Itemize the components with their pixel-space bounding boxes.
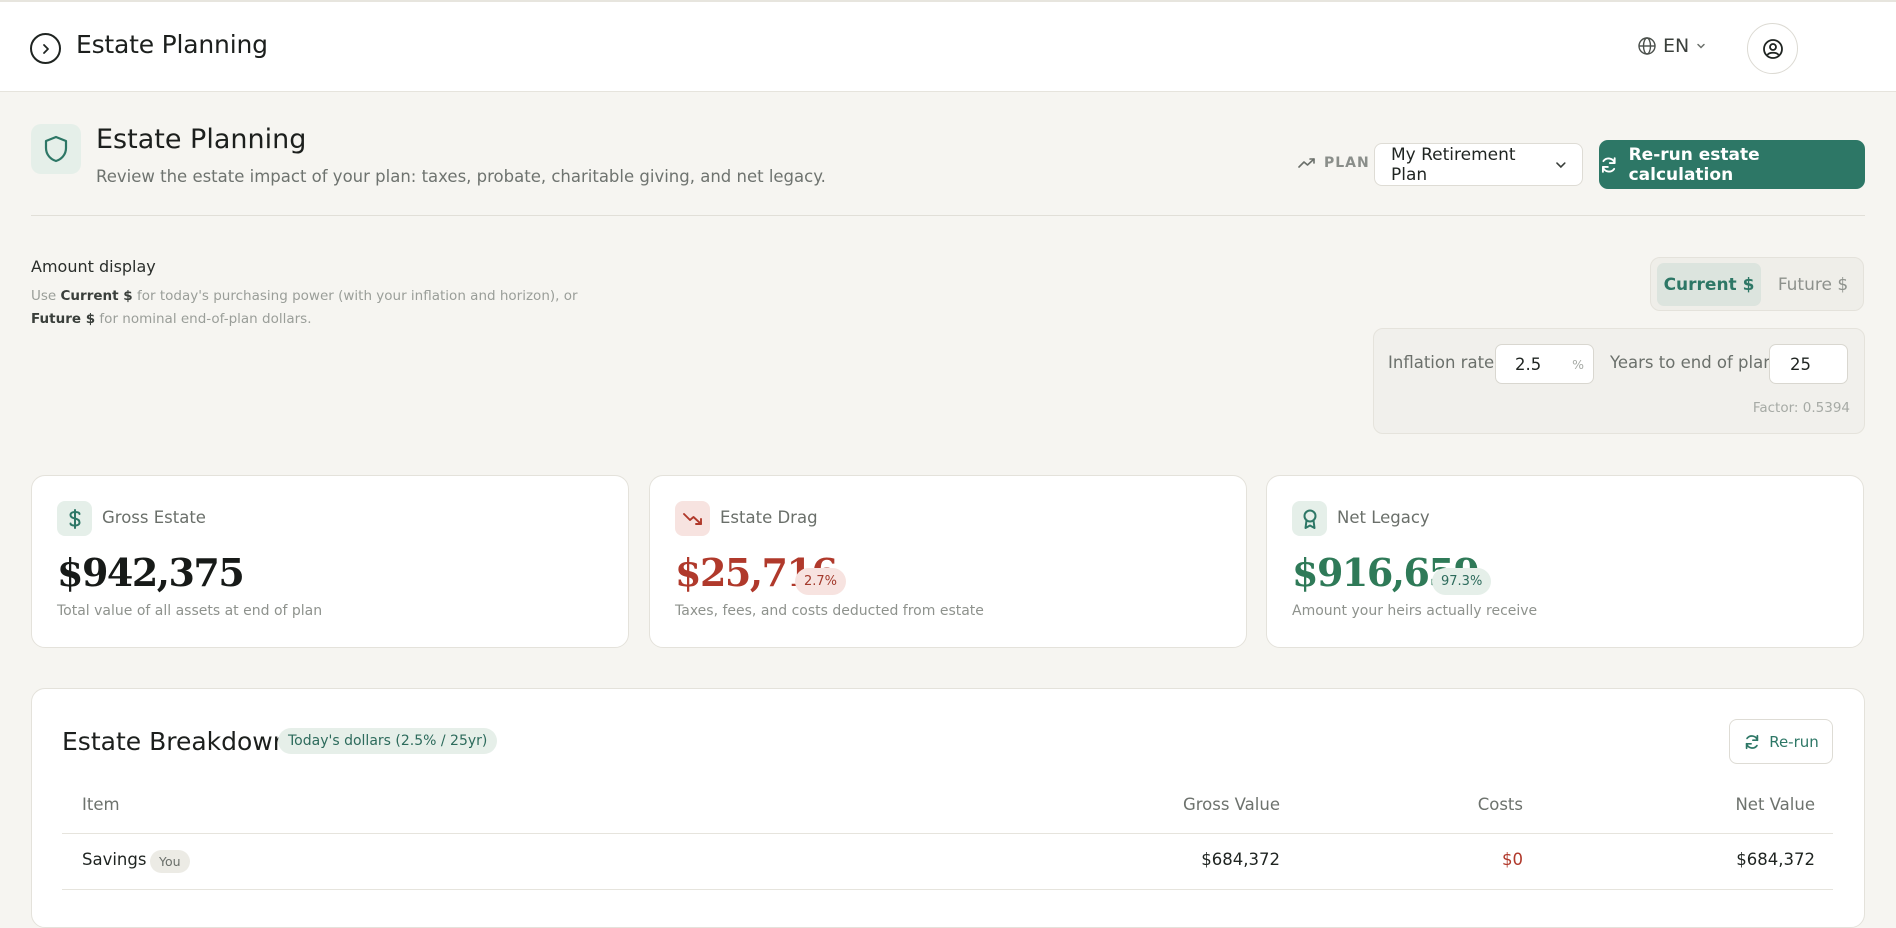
chevron-down-icon [1697,43,1705,49]
column-header-gross-value: Gross Value [1182,795,1280,814]
award-icon [1303,509,1316,529]
current-dollars-toggle[interactable]: Current $ [1657,263,1761,306]
inflation-factor: Factor: 0.5394 [1752,400,1850,416]
amount-display-toggle: Current $ Future $ [1650,257,1864,311]
inflation-rate-value: 2.5 [1515,354,1542,374]
dollars-basis-badge: Today's dollars (2.5% / 25yr) [278,728,498,754]
sidebar-toggle-button[interactable] [30,33,61,64]
estate-drag-description: Taxes, fees, and costs deducted from est… [675,603,984,619]
refresh-icon [1745,734,1759,749]
net-legacy-label: Net Legacy [1337,508,1430,527]
row-net-value: $684,372 [1736,850,1815,869]
row-item-name: Savings [82,850,147,869]
estate-drag-card: Estate Drag $25,716 2.7% Taxes, fees, an… [649,475,1247,648]
net-legacy-card: Net Legacy $916,659 97.3% Amount your he… [1266,475,1864,648]
row-gross-value: $684,372 [1201,850,1280,869]
net-legacy-description: Amount your heirs actually receive [1292,603,1538,619]
years-to-end-value: 25 [1790,354,1811,374]
future-dollars-term: Future $ [31,311,96,327]
rerun-button[interactable]: Re-run [1729,719,1833,764]
table-header-divider [62,833,1833,834]
gross-estate-card: Gross Estate $942,375 Total value of all… [31,475,629,648]
language-code: EN [1663,35,1690,57]
net-legacy-percent-badge: 97.3% [1432,568,1492,595]
page-subtitle: Review the estate impact of your plan: t… [96,167,826,186]
percent-unit: % [1572,356,1584,372]
globe-icon [1638,37,1656,55]
column-header-net-value: Net Value [1735,795,1815,814]
rerun-estate-calculation-label: Re-run estate calculation [1628,144,1760,185]
inflation-rate-label: Inflation rate [1388,353,1495,372]
future-dollars-toggle[interactable]: Future $ [1767,263,1859,306]
amount-display-description: Use Current $ for today's purchasing pow… [31,288,578,327]
estate-breakdown-panel: Estate Breakdown Today's dollars (2.5% /… [31,688,1865,928]
column-header-item: Item [82,795,120,814]
page-icon-tile [31,124,81,174]
years-to-end-input[interactable]: 25 [1769,344,1848,384]
estate-drag-label: Estate Drag [720,508,818,527]
top-bar: Estate Planning EN [0,0,1896,92]
dollar-icon-tile [57,501,92,536]
amount-display-title: Amount display [31,257,156,276]
gross-estate-description: Total value of all assets at end of plan [57,603,323,619]
gross-estate-value: $942,375 [57,550,245,595]
plan-select[interactable]: My Retirement Plan [1374,143,1583,186]
years-to-end-label: Years to end of plan [1610,353,1774,372]
plan-label: PLAN [1298,155,1370,171]
estate-breakdown-title: Estate Breakdown [62,727,289,756]
refresh-icon [1601,156,1616,173]
owner-tag: You [150,850,190,873]
page-title: Estate Planning [96,124,307,155]
rerun-estate-calculation-button[interactable]: Re-run estate calculation [1599,140,1865,189]
estate-drag-percent-badge: 2.7% [795,568,847,595]
chevron-down-icon [1556,161,1566,168]
trending-down-icon-tile [675,501,710,536]
current-dollars-term: Current $ [60,288,133,304]
header-divider [31,215,1865,216]
column-header-costs: Costs [1477,795,1523,814]
chevron-right-icon [42,43,49,54]
gross-estate-label: Gross Estate [102,508,206,527]
profile-button[interactable] [1747,23,1798,74]
dollar-icon [68,508,81,529]
inflation-rate-input[interactable]: 2.5 % [1495,344,1594,384]
plan-select-value: My Retirement Plan [1391,144,1516,185]
plan-label-text: PLAN [1324,155,1370,171]
trending-up-icon [1298,158,1315,168]
user-circle-icon [1762,38,1783,59]
app-title: Estate Planning [76,30,268,59]
shield-icon [44,135,68,163]
trending-down-icon [682,512,702,525]
row-costs: $0 [1502,850,1523,869]
language-selector[interactable]: EN [1637,35,1707,57]
award-icon-tile [1292,501,1327,536]
rerun-label: Re-run [1769,732,1819,751]
table-row-divider [62,889,1833,890]
inflation-settings-panel: Inflation rate 2.5 % Years to end of pla… [1373,328,1865,434]
